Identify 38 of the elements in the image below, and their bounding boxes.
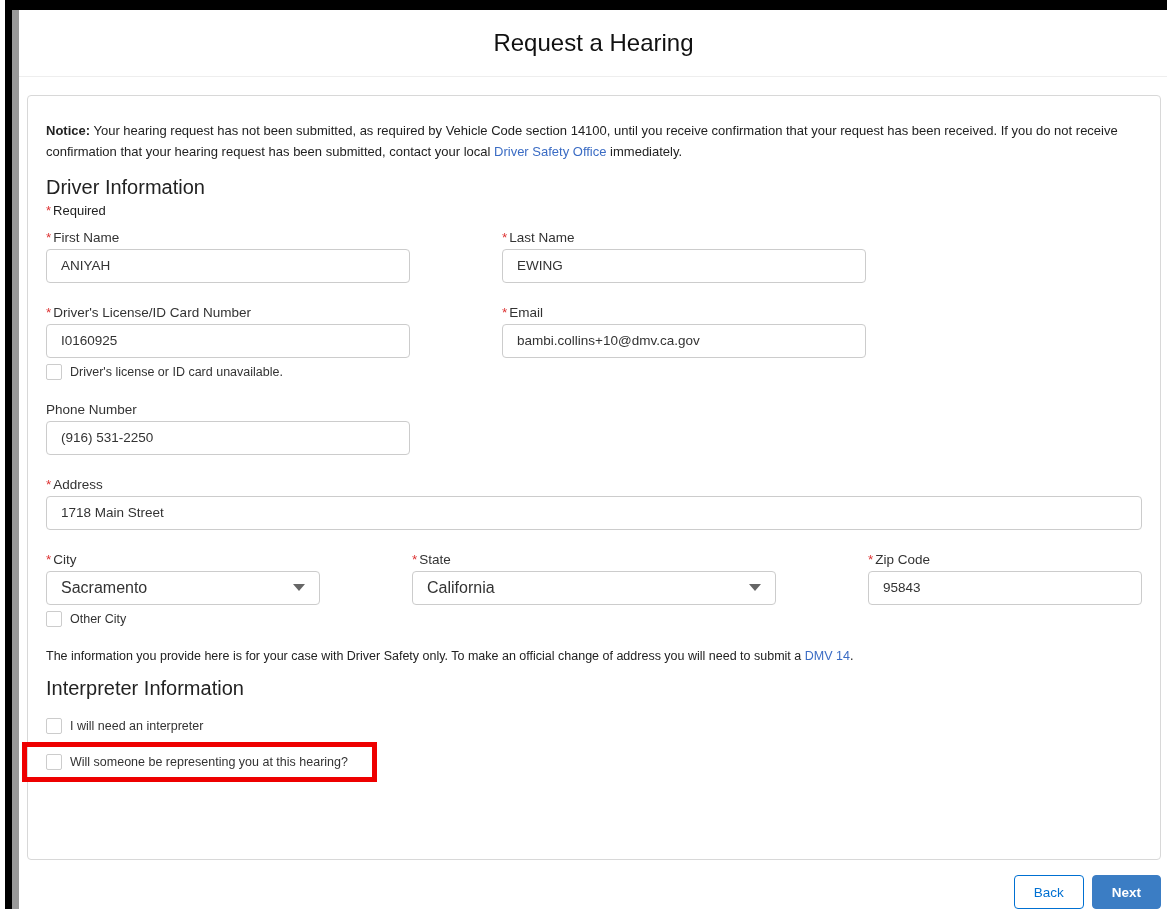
input-field[interactable]: I0160925 bbox=[46, 323, 410, 358]
dropdown-field[interactable]: Sacramento bbox=[46, 570, 320, 605]
field-label: *First Name bbox=[46, 229, 121, 245]
field-label: *Last Name bbox=[502, 229, 576, 245]
link[interactable]: DMV 14 bbox=[804, 648, 850, 663]
caret-icon bbox=[749, 584, 761, 592]
field-label: *State bbox=[412, 551, 452, 567]
field-label: *Zip Code bbox=[868, 551, 932, 567]
checkbox[interactable] bbox=[46, 610, 62, 627]
required-note: *Required bbox=[46, 202, 107, 218]
page-title: Request a Hearing bbox=[493, 28, 694, 57]
caret-icon bbox=[293, 584, 305, 592]
checkbox-label: Driver's license or ID card unavailable. bbox=[70, 364, 283, 379]
input-field[interactable]: ANIYAH bbox=[46, 248, 410, 283]
section-heading: Driver Information bbox=[46, 175, 206, 199]
input-field[interactable]: bambi.collins+10@dmv.ca.gov bbox=[502, 323, 866, 358]
input-field[interactable]: 95843 bbox=[868, 570, 1142, 605]
checkbox-label: I will need an interpreter bbox=[70, 718, 204, 733]
input-field[interactable]: EWING bbox=[502, 248, 866, 283]
dropdown-field[interactable]: California bbox=[412, 570, 776, 605]
info-text: The information you provide here is for your case with Driver Safety only. To make an official change of address you will need to submit a DMV 14. bbox=[46, 648, 855, 663]
link[interactable]: Driver Safety Office bbox=[494, 143, 607, 159]
field-label: *Email bbox=[502, 304, 545, 320]
input-field[interactable]: 1718 Main Street bbox=[46, 495, 1142, 530]
field-label: *City bbox=[46, 551, 78, 567]
checkbox[interactable] bbox=[46, 363, 62, 380]
next-button[interactable]: Next bbox=[1091, 875, 1161, 909]
input-field[interactable]: (916) 531-2250 bbox=[46, 420, 410, 455]
back-button[interactable]: Back bbox=[1013, 875, 1084, 909]
field-label: *Driver's License/ID Card Number bbox=[46, 304, 252, 320]
section-heading: Interpreter Information bbox=[46, 676, 245, 700]
notice-text: Notice: Your hearing request has not been submitted, as required by Vehicle Code section 14100, until you receive confirmation that your request has been received. If you do not receive confirmation that your hearing request has been submitted, contact your local Driver Safety Office immediately. bbox=[46, 121, 1119, 161]
field-label: *Address bbox=[46, 476, 104, 492]
checkbox-label: Will someone be representing you at this hearing? bbox=[70, 754, 348, 769]
checkbox-label: Other City bbox=[70, 611, 127, 626]
field-label: Phone Number bbox=[46, 401, 138, 417]
checkbox[interactable] bbox=[46, 753, 62, 770]
checkbox[interactable] bbox=[46, 717, 62, 734]
